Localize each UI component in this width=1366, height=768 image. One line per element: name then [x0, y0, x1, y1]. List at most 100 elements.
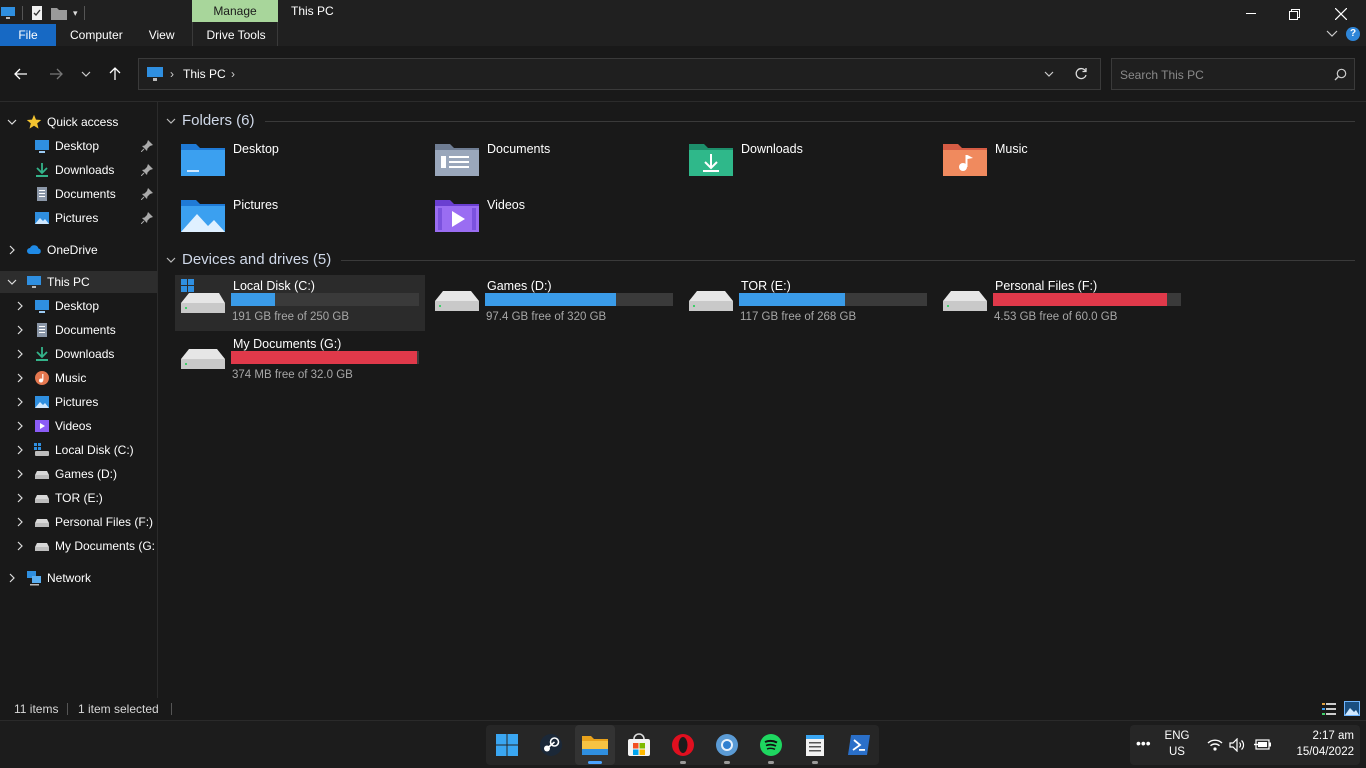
address-history-icon[interactable] [1044, 71, 1054, 77]
sidebar-item-local-disk-c[interactable]: Local Disk (C:) [0, 439, 157, 461]
folder-tile-videos[interactable]: Videos [429, 194, 679, 250]
refresh-icon[interactable] [1074, 67, 1088, 81]
chevron-right-icon[interactable] [15, 541, 25, 551]
address-bar[interactable]: › This PC › [138, 58, 1101, 90]
close-button[interactable] [1318, 0, 1364, 28]
customize-qat-icon[interactable]: ▾ [73, 8, 78, 19]
search-icon[interactable] [1334, 68, 1347, 81]
recent-locations-button[interactable] [75, 63, 97, 85]
sidebar-item-music[interactable]: Music [0, 367, 157, 389]
chevron-down-icon[interactable] [7, 117, 17, 127]
chevron-down-icon[interactable] [166, 257, 176, 263]
drive-tile-local-disk-c[interactable]: Local Disk (C:) 191 GB free of 250 GB [175, 275, 425, 331]
drive-tile-tor-e[interactable]: TOR (E:) 117 GB free of 268 GB [683, 275, 933, 331]
search-box[interactable]: Search This PC [1111, 58, 1355, 90]
tab-file[interactable]: File [0, 24, 56, 46]
tab-computer[interactable]: Computer [56, 24, 134, 46]
breadcrumb-separator-icon[interactable]: › [170, 67, 174, 81]
properties-icon[interactable] [29, 6, 45, 20]
chevron-right-icon[interactable] [15, 301, 25, 311]
chevron-right-icon[interactable] [15, 421, 25, 431]
breadcrumb-separator-icon[interactable]: › [231, 67, 235, 81]
language-indicator-bottom[interactable]: US [1164, 746, 1190, 758]
taskbar-powershell-button[interactable] [839, 725, 879, 765]
chevron-right-icon[interactable] [15, 397, 25, 407]
show-hidden-icons-icon[interactable]: ••• [1136, 735, 1151, 751]
sidebar-item-this-pc[interactable]: This PC [0, 271, 157, 293]
content-pane: Folders (6) Desktop Documents Downloads … [159, 102, 1366, 698]
help-icon[interactable]: ? [1346, 27, 1360, 41]
drives-group-header[interactable]: Devices and drives (5) [166, 251, 331, 268]
sidebar-item-downloads-pinned[interactable]: Downloads [0, 159, 157, 181]
folder-tile-desktop[interactable]: Desktop [175, 138, 425, 194]
chevron-right-icon[interactable] [15, 373, 25, 383]
sidebar-item-downloads[interactable]: Downloads [0, 343, 157, 365]
cloud-icon [27, 245, 41, 254]
clock-date[interactable]: 15/04/2022 [1280, 746, 1354, 758]
pin-icon[interactable] [141, 140, 153, 152]
details-view-icon[interactable] [1322, 702, 1336, 716]
chevron-right-icon[interactable] [15, 493, 25, 503]
battery-icon[interactable] [1254, 738, 1272, 751]
large-icons-view-icon[interactable] [1344, 701, 1360, 716]
sidebar-item-desktop[interactable]: Desktop [0, 295, 157, 317]
restore-button[interactable] [1271, 0, 1317, 28]
taskbar-start-button[interactable] [487, 725, 527, 765]
sidebar-item-documents[interactable]: Documents [0, 319, 157, 341]
taskbar-steam-button[interactable] [531, 725, 571, 765]
volume-icon[interactable] [1229, 738, 1246, 752]
drive-tile-games-d[interactable]: Games (D:) 97.4 GB free of 320 GB [429, 275, 679, 331]
taskbar-opera-button[interactable] [663, 725, 703, 765]
sidebar-item-quick-access[interactable]: Quick access [0, 111, 157, 133]
chevron-right-icon[interactable] [15, 517, 25, 527]
minimize-button[interactable] [1228, 0, 1274, 28]
wifi-icon[interactable] [1207, 738, 1223, 751]
taskbar-file-explorer-button[interactable] [575, 725, 615, 765]
sidebar-item-onedrive[interactable]: OneDrive [0, 239, 157, 261]
sidebar-item-pictures-pinned[interactable]: Pictures [0, 207, 157, 229]
folder-tile-pictures[interactable]: Pictures [175, 194, 425, 250]
chevron-right-icon[interactable] [7, 573, 17, 583]
chevron-right-icon[interactable] [15, 325, 25, 335]
clock-time[interactable]: 2:17 am [1280, 730, 1354, 742]
tab-drive-tools[interactable]: Drive Tools [185, 24, 276, 46]
chevron-right-icon[interactable] [7, 245, 17, 255]
sidebar-item-desktop-pinned[interactable]: Desktop [0, 135, 157, 157]
folder-tile-documents[interactable]: Documents [429, 138, 679, 194]
taskbar-spotify-button[interactable] [751, 725, 791, 765]
new-folder-icon[interactable] [51, 6, 67, 20]
drive-tile-my-documents-g[interactable]: My Documents (G:) 374 MB free of 32.0 GB [175, 333, 425, 389]
search-placeholder: Search This PC [1120, 68, 1204, 82]
expand-ribbon-icon[interactable] [1326, 30, 1338, 38]
tab-view[interactable]: View [134, 24, 186, 46]
sidebar-item-personal-files-f[interactable]: Personal Files (F:) [0, 511, 157, 533]
forward-button[interactable] [45, 63, 67, 85]
chevron-down-icon[interactable] [7, 277, 17, 287]
sidebar-item-tor-e[interactable]: TOR (E:) [0, 487, 157, 509]
folder-tile-downloads[interactable]: Downloads [683, 138, 933, 194]
sidebar-item-documents-pinned[interactable]: Documents [0, 183, 157, 205]
folders-group-header[interactable]: Folders (6) [166, 112, 255, 129]
sidebar-item-network[interactable]: Network [0, 567, 157, 589]
language-indicator-top[interactable]: ENG [1164, 730, 1190, 742]
taskbar-store-button[interactable] [619, 725, 659, 765]
chevron-right-icon[interactable] [15, 349, 25, 359]
manage-contextual-tab[interactable]: Manage [192, 0, 278, 22]
chevron-right-icon[interactable] [15, 469, 25, 479]
up-button[interactable] [104, 63, 126, 85]
folder-tile-music[interactable]: Music [937, 138, 1187, 194]
sidebar-item-my-documents-g[interactable]: My Documents (G: [0, 535, 157, 557]
chevron-down-icon[interactable] [166, 118, 176, 124]
pin-icon[interactable] [141, 188, 153, 200]
taskbar-notepad-button[interactable] [795, 725, 835, 765]
sidebar-item-pictures[interactable]: Pictures [0, 391, 157, 413]
sidebar-item-games-d[interactable]: Games (D:) [0, 463, 157, 485]
sidebar-item-videos[interactable]: Videos [0, 415, 157, 437]
breadcrumb-this-pc[interactable]: This PC [183, 67, 226, 81]
pin-icon[interactable] [141, 212, 153, 224]
back-button[interactable] [10, 63, 32, 85]
chevron-right-icon[interactable] [15, 445, 25, 455]
drive-tile-personal-files-f[interactable]: Personal Files (F:) 4.53 GB free of 60.0… [937, 275, 1187, 331]
taskbar-chrome-button[interactable] [707, 725, 747, 765]
pin-icon[interactable] [141, 164, 153, 176]
